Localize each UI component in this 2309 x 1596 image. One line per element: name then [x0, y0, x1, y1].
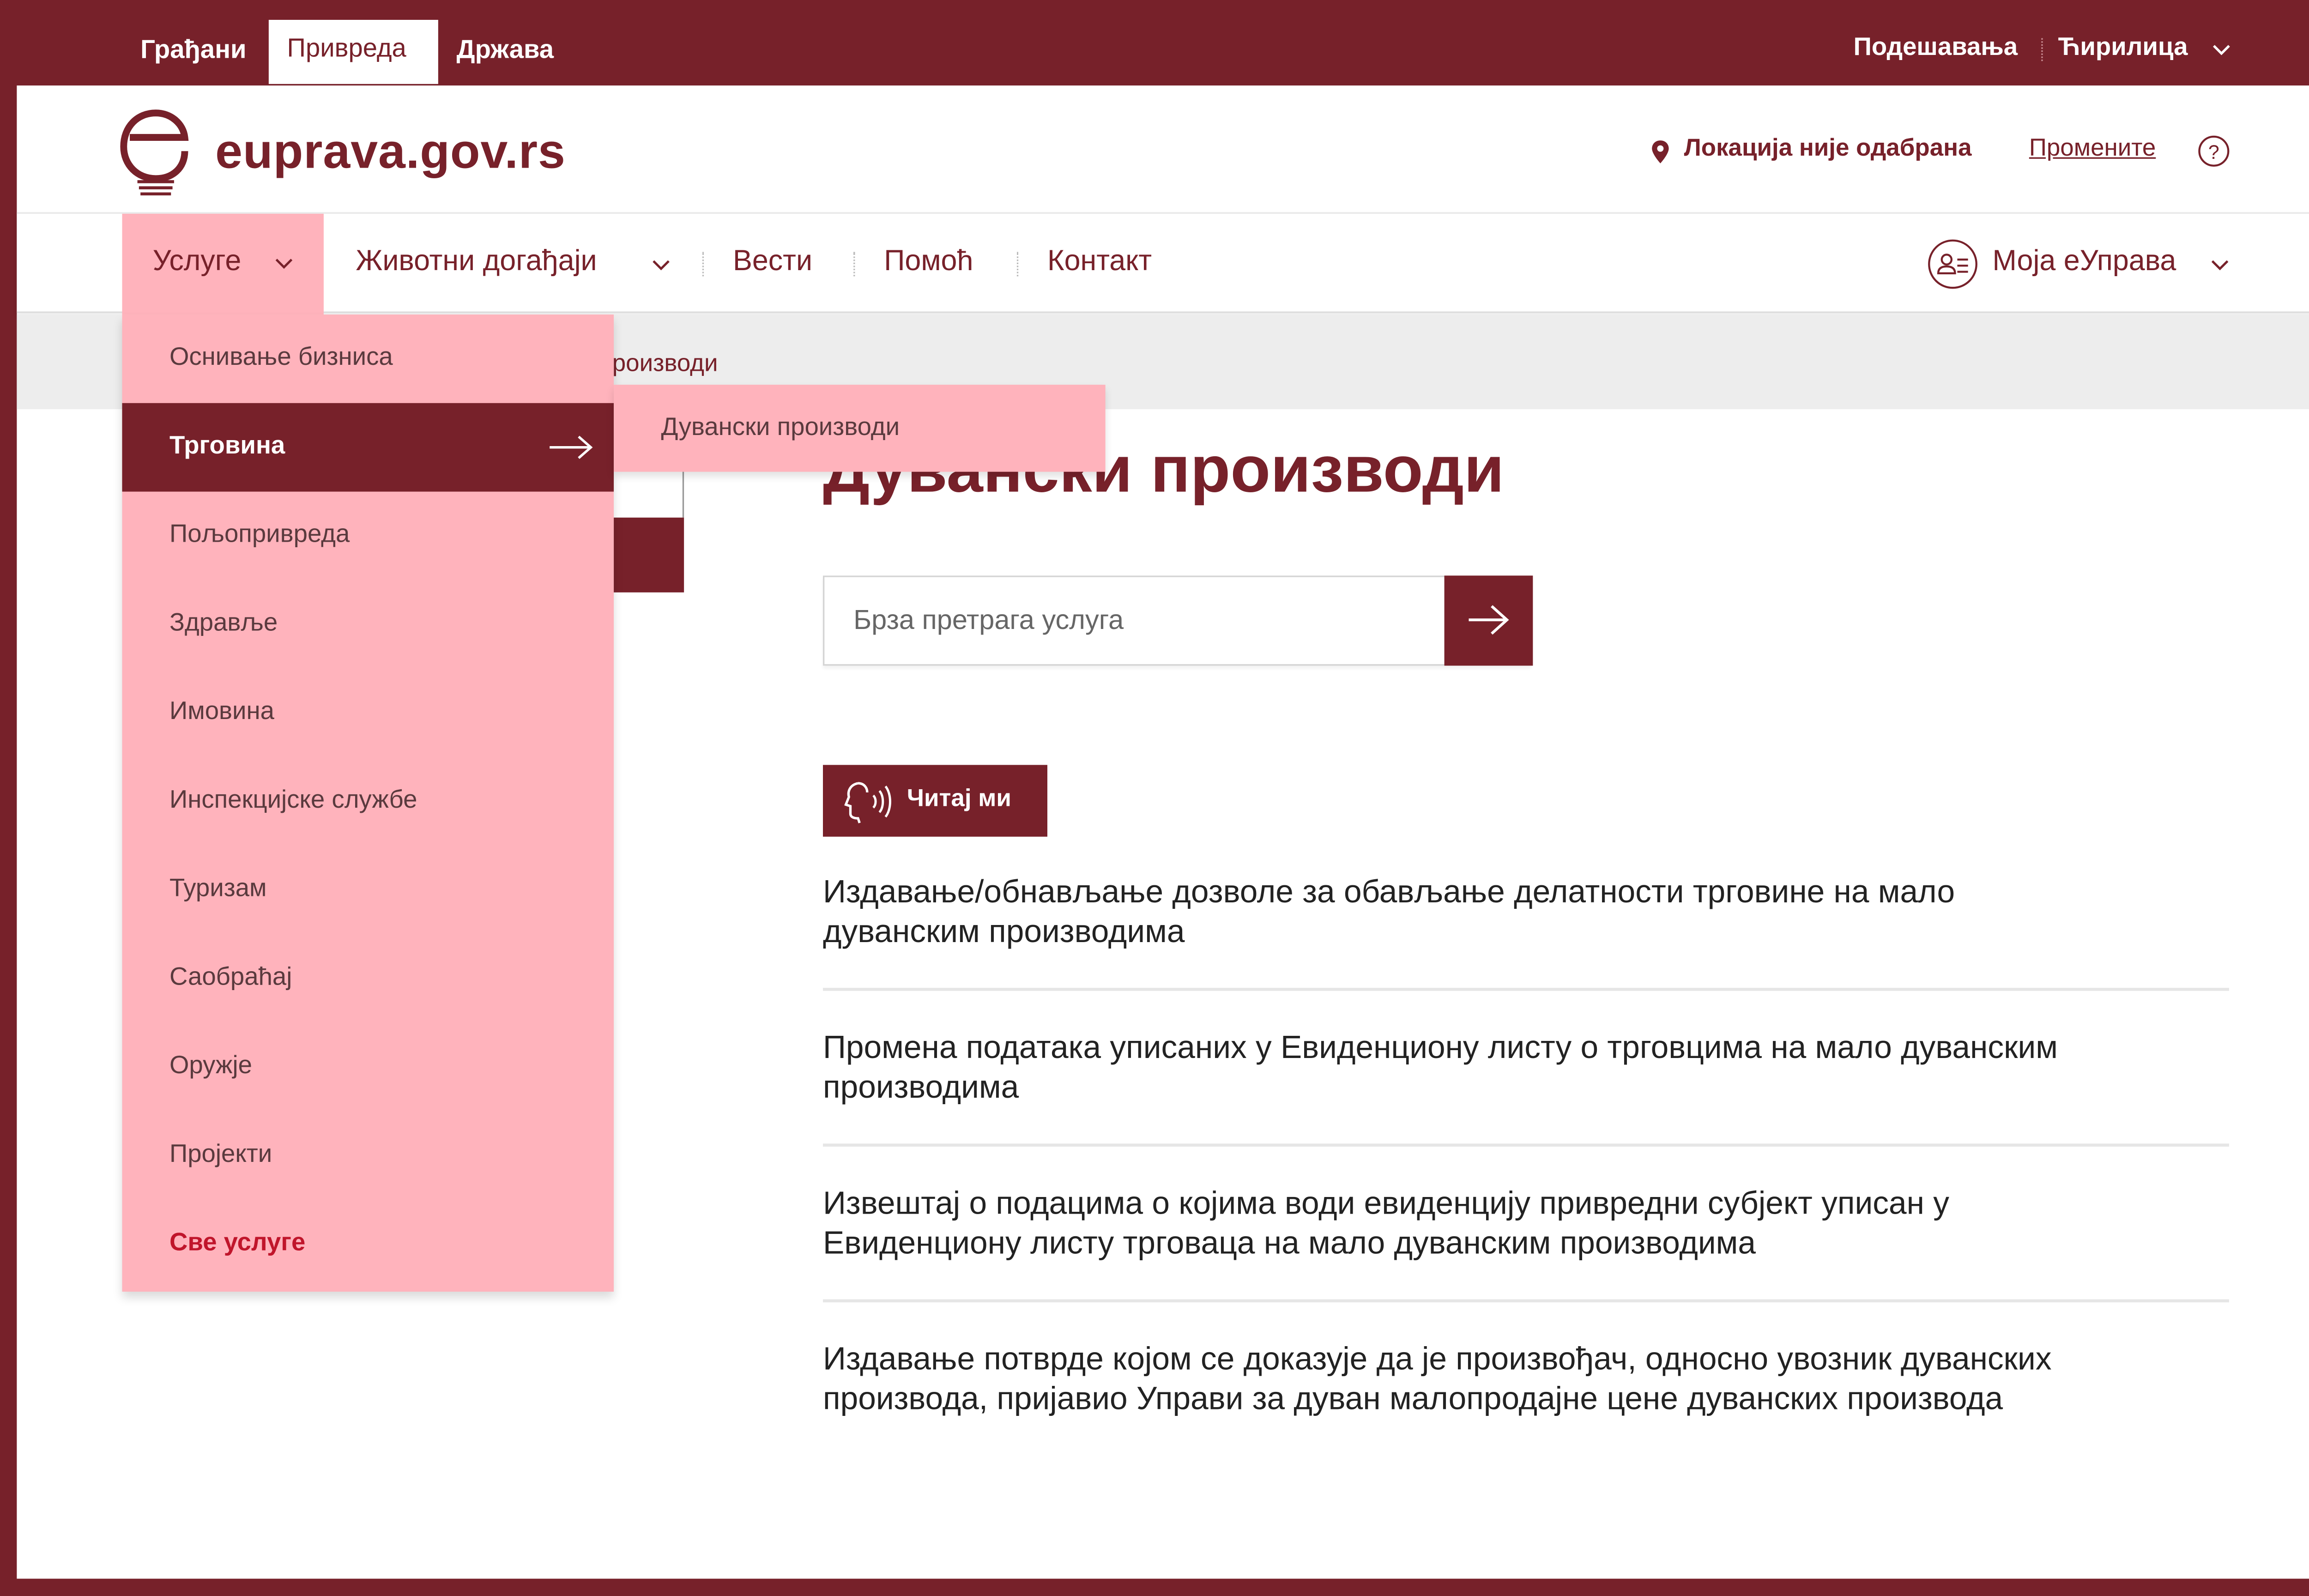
topbar-divider — [2041, 38, 2043, 61]
question-circle-icon[interactable]: ? — [2197, 134, 2231, 168]
service-link[interactable]: Извештај о подацима о којима води евиден… — [823, 1185, 2090, 1264]
divider — [822, 988, 2229, 991]
tab-privreda[interactable]: Привреда — [268, 19, 438, 84]
euprava-logo-icon[interactable] — [118, 101, 197, 201]
sidebar-box — [614, 472, 684, 518]
main-nav: Услуге Животни догађаји Вести Помоћ Конт… — [17, 212, 2309, 315]
quick-search — [822, 575, 1533, 666]
nav-item-kontakt[interactable]: Контакт — [1047, 246, 1152, 279]
dropdown-item-saobracaj[interactable]: Саобраћај — [122, 934, 614, 1023]
divider — [822, 1143, 2229, 1147]
change-location-link[interactable]: Промените — [2029, 136, 2156, 163]
nav-item-usluge[interactable]: Услуге — [122, 213, 324, 315]
service-link[interactable]: Издавање/обнављање дозволе за обављање д… — [823, 873, 2090, 953]
dropdown-item-imovina[interactable]: Имовина — [122, 669, 614, 757]
chevron-down-icon[interactable] — [2212, 44, 2231, 56]
dropdown-item-label: Трговина — [169, 432, 285, 460]
dropdown-item-zdravlje[interactable]: Здравље — [122, 580, 614, 669]
submenu-item-duvanski-proizvodi[interactable]: Дувански производи — [661, 414, 900, 443]
nav-divider — [702, 252, 704, 277]
submenu-trgovina: Дувански производи — [614, 385, 1106, 472]
tab-drzava[interactable]: Држава — [438, 21, 572, 85]
sidebar-active-item[interactable] — [614, 517, 684, 592]
services-dropdown: Оснивање бизниса Трговина Пољопривреда З… — [122, 314, 614, 1292]
dropdown-item-sve-usluge[interactable]: Све услуге — [122, 1200, 614, 1289]
dropdown-item-label: Туризам — [169, 875, 267, 902]
dropdown-item-osnivanje-biznisa[interactable]: Оснивање бизниса — [122, 314, 614, 403]
dropdown-item-trgovina[interactable]: Трговина — [122, 403, 614, 492]
dropdown-item-inspekcijske-sluzbe[interactable]: Инспекцијске службе — [122, 757, 614, 846]
svg-text:?: ? — [2208, 141, 2219, 163]
chevron-down-icon — [275, 259, 293, 269]
logo-text[interactable]: euprava.gov.rs — [215, 124, 566, 180]
dropdown-item-label: Саобраћај — [169, 963, 292, 991]
my-euprava-menu[interactable]: Моја еУправа — [1992, 246, 2176, 279]
read-aloud-label: Читај ми — [907, 786, 1011, 812]
dropdown-item-poljoprivreda[interactable]: Пољопривреда — [122, 492, 614, 580]
search-input[interactable] — [824, 577, 1443, 665]
nav-item-vesti[interactable]: Вести — [733, 246, 812, 279]
page-frame: euprava.gov.rs Локација није одабрана Пр… — [17, 85, 2309, 1579]
language-select[interactable]: Ћирилица — [2058, 34, 2188, 63]
dropdown-item-label: Пројекти — [169, 1140, 272, 1168]
breadcrumb-current[interactable]: роизводи — [612, 351, 718, 379]
tab-gradjani[interactable]: Грађани — [122, 21, 265, 85]
nav-divider — [853, 252, 855, 277]
dropdown-item-projekti[interactable]: Пројекти — [122, 1112, 614, 1200]
speaker-head-icon — [844, 782, 891, 823]
user-account-icon[interactable] — [1927, 238, 1978, 290]
nav-item-zivotni-dogadjaji[interactable]: Животни догађаји — [356, 246, 597, 279]
dropdown-item-label: Оснивање бизниса — [169, 343, 393, 371]
page: Грађани Привреда Држава Подешавања Ћирил… — [0, 0, 2309, 1596]
chevron-down-icon[interactable] — [652, 260, 671, 272]
dropdown-item-label: Имовина — [169, 697, 274, 725]
dropdown-item-label: Здравље — [169, 609, 278, 637]
nav-item-pomoc[interactable]: Помоћ — [884, 246, 973, 279]
settings-link[interactable]: Подешавања — [1854, 34, 2018, 63]
nav-item-usluge-label: Услуге — [152, 246, 242, 278]
dropdown-item-label: Све услуге — [169, 1229, 306, 1257]
divider — [822, 1299, 2229, 1303]
dropdown-item-label: Оружје — [169, 1052, 252, 1080]
service-link[interactable]: Издавање потврде којом се доказује да је… — [823, 1341, 2090, 1420]
chevron-down-icon[interactable] — [2211, 260, 2229, 272]
dropdown-item-label: Инспекцијске службе — [169, 786, 417, 814]
nav-divider — [1016, 252, 1019, 277]
location-label: Локација није одабрана — [1684, 136, 1972, 162]
dropdown-item-turizam[interactable]: Туризам — [122, 846, 614, 935]
read-aloud-button[interactable]: Читај ми — [822, 765, 1047, 837]
arrow-right-icon — [550, 435, 593, 459]
dropdown-item-oruzje[interactable]: Оружје — [122, 1023, 614, 1112]
search-button[interactable] — [1444, 575, 1533, 666]
location-pin-icon — [1652, 140, 1669, 163]
dropdown-item-label: Пољопривреда — [169, 520, 350, 548]
service-link[interactable]: Промена података уписаних у Евиденциону … — [823, 1029, 2090, 1108]
arrow-right-icon — [1469, 605, 1509, 635]
